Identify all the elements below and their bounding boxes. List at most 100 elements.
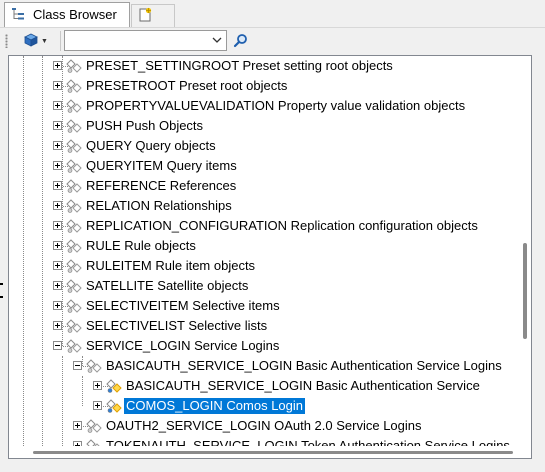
- vertical-scrollbar[interactable]: [519, 56, 531, 446]
- tree-node-label[interactable]: REPLICATION_CONFIGURATION Replication co…: [84, 218, 480, 234]
- tree-node-label[interactable]: PUSH Push Objects: [84, 118, 205, 134]
- class-tree[interactable]: PRESET_SETTINGROOT Preset setting root o…: [8, 55, 532, 459]
- class-node-icon: [66, 178, 82, 194]
- tree-node-label[interactable]: QUERYITEM Query items: [84, 158, 239, 174]
- object-type-button[interactable]: ▼: [22, 32, 56, 50]
- class-node-icon: [66, 138, 82, 154]
- tree-node-label[interactable]: PRESET_SETTINGROOT Preset setting root o…: [84, 58, 395, 74]
- blue-cube-icon: [24, 33, 38, 47]
- expand-icon[interactable]: [73, 421, 82, 430]
- expand-icon[interactable]: [53, 221, 62, 230]
- tab-new-document[interactable]: [131, 4, 175, 27]
- new-document-icon: [137, 7, 153, 23]
- class-node-icon: [86, 358, 102, 374]
- tree-node[interactable]: COMOS_LOGIN Comos Login: [9, 396, 519, 416]
- class-node-icon: [106, 398, 122, 414]
- magnifier-icon: [232, 34, 250, 53]
- expand-icon[interactable]: [93, 401, 102, 410]
- search-combobox[interactable]: [64, 30, 227, 51]
- tree-node[interactable]: SELECTIVELIST Selective lists: [9, 316, 519, 336]
- chevron-down-icon[interactable]: [211, 34, 223, 46]
- class-node-icon: [66, 78, 82, 94]
- toolbar-grip[interactable]: [5, 34, 8, 48]
- tab-class-browser[interactable]: Class Browser: [4, 2, 130, 27]
- expand-icon[interactable]: [93, 381, 102, 390]
- dropdown-arrow-icon: ▼: [41, 38, 48, 45]
- tree-node[interactable]: OAUTH2_SERVICE_LOGIN OAuth 2.0 Service L…: [9, 416, 519, 436]
- tree-node-label[interactable]: RULE Rule objects: [84, 238, 198, 254]
- tree-node-label[interactable]: PRESETROOT Preset root objects: [84, 78, 289, 94]
- expand-icon[interactable]: [53, 281, 62, 290]
- expand-icon[interactable]: [53, 141, 62, 150]
- tree-node[interactable]: PROPERTYVALUEVALIDATION Property value v…: [9, 96, 519, 116]
- tree-node-label[interactable]: BASICAUTH_SERVICE_LOGIN Basic Authentica…: [124, 378, 482, 394]
- tree-node[interactable]: TOKENAUTH_SERVICE_LOGIN Token Authentica…: [9, 436, 519, 446]
- tree-node-label[interactable]: RULEITEM Rule item objects: [84, 258, 257, 274]
- class-node-icon: [86, 418, 102, 434]
- tree-node-label[interactable]: OAUTH2_SERVICE_LOGIN OAuth 2.0 Service L…: [104, 418, 424, 434]
- class-node-icon: [106, 378, 122, 394]
- tree-node-label[interactable]: QUERY Query objects: [84, 138, 218, 154]
- expand-icon[interactable]: [53, 161, 62, 170]
- class-tree-icon: [11, 7, 25, 21]
- expand-icon[interactable]: [53, 81, 62, 90]
- tree-node[interactable]: SERVICE_LOGIN Service Logins: [9, 336, 519, 356]
- horizontal-scrollbar[interactable]: [9, 446, 519, 458]
- horizontal-scroll-thumb[interactable]: [33, 451, 513, 454]
- tree-node[interactable]: RULEITEM Rule item objects: [9, 256, 519, 276]
- tree-node[interactable]: SELECTIVEITEM Selective items: [9, 296, 519, 316]
- tree-node-label[interactable]: SELECTIVEITEM Selective items: [84, 298, 282, 314]
- toolbar: ▼: [0, 27, 545, 53]
- tab-strip: Class Browser: [0, 0, 545, 27]
- tree-node[interactable]: SATELLITE Satellite objects: [9, 276, 519, 296]
- toolbar-separator: [60, 31, 61, 51]
- search-button[interactable]: [232, 32, 250, 50]
- class-node-icon: [66, 98, 82, 114]
- class-node-icon: [66, 278, 82, 294]
- expand-icon[interactable]: [53, 201, 62, 210]
- vertical-scroll-thumb[interactable]: [523, 243, 527, 339]
- expand-icon[interactable]: [53, 121, 62, 130]
- expand-icon[interactable]: [53, 261, 62, 270]
- tree-node[interactable]: BASICAUTH_SERVICE_LOGIN Basic Authentica…: [9, 356, 519, 376]
- class-node-icon: [66, 318, 82, 334]
- tree-node[interactable]: RELATION Relationships: [9, 196, 519, 216]
- tree-node[interactable]: QUERYITEM Query items: [9, 156, 519, 176]
- collapse-icon[interactable]: [73, 361, 82, 370]
- tree-node-label[interactable]: TOKENAUTH_SERVICE_LOGIN Token Authentica…: [104, 438, 512, 446]
- class-node-icon: [66, 298, 82, 314]
- expand-icon[interactable]: [53, 301, 62, 310]
- class-node-icon: [66, 158, 82, 174]
- tree-node-label[interactable]: SELECTIVELIST Selective lists: [84, 318, 269, 334]
- class-node-icon: [66, 338, 82, 354]
- tree-node[interactable]: REPLICATION_CONFIGURATION Replication co…: [9, 216, 519, 236]
- window-edge-mark: [0, 283, 3, 285]
- tree-node-label[interactable]: RELATION Relationships: [84, 198, 234, 214]
- expand-icon[interactable]: [53, 241, 62, 250]
- tree-node[interactable]: QUERY Query objects: [9, 136, 519, 156]
- tree-node[interactable]: PRESET_SETTINGROOT Preset setting root o…: [9, 56, 519, 76]
- scroll-corner: [519, 446, 531, 458]
- class-node-icon: [66, 218, 82, 234]
- tree-node-label[interactable]: REFERENCE References: [84, 178, 238, 194]
- expand-icon[interactable]: [53, 321, 62, 330]
- class-node-icon: [66, 58, 82, 74]
- tree-node[interactable]: BASICAUTH_SERVICE_LOGIN Basic Authentica…: [9, 376, 519, 396]
- tree-node[interactable]: PUSH Push Objects: [9, 116, 519, 136]
- tree-node-label[interactable]: BASICAUTH_SERVICE_LOGIN Basic Authentica…: [104, 358, 504, 374]
- expand-icon[interactable]: [53, 181, 62, 190]
- class-node-icon: [66, 238, 82, 254]
- collapse-icon[interactable]: [53, 341, 62, 350]
- tree-node[interactable]: RULE Rule objects: [9, 236, 519, 256]
- search-input[interactable]: [65, 31, 205, 50]
- tree-node[interactable]: PRESETROOT Preset root objects: [9, 76, 519, 96]
- tree-node-label[interactable]: PROPERTYVALUEVALIDATION Property value v…: [84, 98, 467, 114]
- expand-icon[interactable]: [53, 101, 62, 110]
- class-node-icon: [86, 438, 102, 446]
- tree-node-label[interactable]: COMOS_LOGIN Comos Login: [124, 398, 306, 414]
- tree-node[interactable]: REFERENCE References: [9, 176, 519, 196]
- tree-node-label[interactable]: SERVICE_LOGIN Service Logins: [84, 338, 281, 354]
- expand-icon[interactable]: [53, 61, 62, 70]
- tree-viewport: PRESET_SETTINGROOT Preset setting root o…: [9, 56, 519, 446]
- tree-node-label[interactable]: SATELLITE Satellite objects: [84, 278, 250, 294]
